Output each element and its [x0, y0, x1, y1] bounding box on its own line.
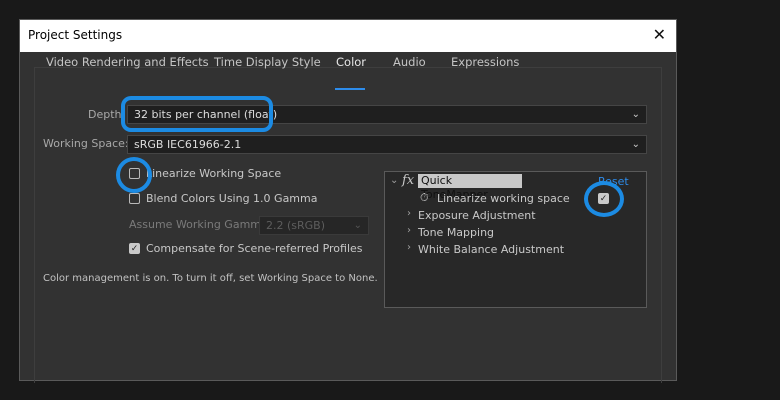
title-bar[interactable]: Project Settings ✕: [20, 20, 676, 52]
tab-expressions[interactable]: Expressions: [451, 55, 519, 69]
effect-name[interactable]: Quick ToneMapper: [418, 174, 522, 201]
chevron-right-icon[interactable]: ›: [407, 208, 411, 219]
fx-group-exposure[interactable]: Exposure Adjustment: [418, 209, 536, 222]
stopwatch-icon[interactable]: ⏱: [420, 191, 429, 205]
assume-gamma-value: 2.2 (sRGB): [266, 219, 326, 232]
depth-highlight-ring: [121, 96, 273, 132]
compensate-checkbox[interactable]: ✓: [129, 243, 140, 254]
working-space-value: sRGB IEC61966-2.1: [134, 138, 242, 151]
working-space-select[interactable]: sRGB IEC61966-2.1 ⌄: [127, 135, 647, 154]
color-management-info: Color management is on. To turn it off, …: [43, 273, 378, 284]
chevron-right-icon[interactable]: ›: [407, 242, 411, 253]
assume-gamma-select[interactable]: 2.2 (sRGB) ⌄: [259, 216, 369, 235]
compensate-label: Compensate for Scene-referred Profiles: [146, 242, 363, 255]
working-space-label: Working Space:: [43, 137, 129, 150]
fx-icon: fx: [402, 173, 415, 188]
chevron-right-icon[interactable]: ›: [407, 225, 411, 236]
assume-gamma-label: Assume Working Gamma:: [129, 218, 272, 231]
chevron-down-icon[interactable]: ⌄: [390, 175, 398, 186]
tab-video-rendering[interactable]: Video Rendering and Effects: [46, 55, 209, 69]
fx-group-white-balance[interactable]: White Balance Adjustment: [418, 243, 564, 256]
tab-time-display[interactable]: Time Display Style: [214, 55, 321, 69]
depth-label: Depth:: [88, 108, 126, 121]
tab-color[interactable]: Color: [336, 55, 366, 69]
active-tab-indicator: [335, 88, 365, 90]
blend-colors-label: Blend Colors Using 1.0 Gamma: [146, 192, 318, 205]
fx-linearize-highlight-ring: [584, 181, 624, 217]
chevron-down-icon: ⌄: [631, 139, 640, 150]
fx-group-tone-mapping[interactable]: Tone Mapping: [418, 226, 494, 239]
linearize-working-space-label: Linearize Working Space: [146, 167, 282, 180]
close-icon[interactable]: ✕: [653, 25, 666, 45]
fx-linearize-label: Linearize working space: [437, 192, 570, 205]
check-icon: ✓: [130, 244, 139, 254]
chevron-down-icon: ⌄: [353, 220, 362, 231]
blend-colors-checkbox[interactable]: [129, 193, 140, 204]
tab-audio[interactable]: Audio: [393, 55, 426, 69]
chevron-down-icon: ⌄: [631, 109, 640, 120]
dialog-title: Project Settings: [28, 28, 123, 42]
linearize-highlight-ring: [116, 157, 152, 193]
